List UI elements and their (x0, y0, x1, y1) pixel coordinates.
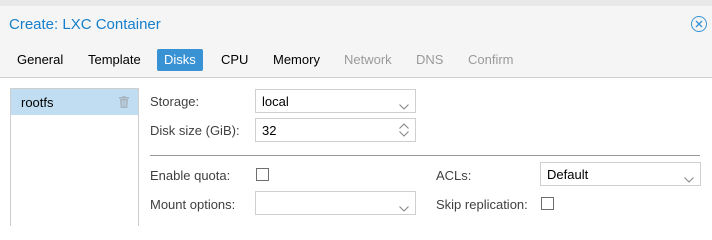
window-title: Create: LXC Container (9, 16, 161, 33)
tab-dns: DNS (416, 52, 444, 67)
skip-replication-label: Skip replication: (436, 197, 528, 212)
mount-options-select[interactable] (255, 191, 416, 215)
tab-bar: General Template Disks CPU Memory Networ… (0, 42, 712, 78)
acls-select[interactable]: Default (540, 162, 701, 186)
tab-network: Network (344, 52, 392, 67)
disk-list-panel: rootfs (10, 88, 139, 226)
acls-label: ACLs: (436, 168, 472, 183)
tab-memory[interactable]: Memory (266, 49, 327, 71)
skip-replication-checkbox[interactable] (541, 197, 554, 210)
enable-quota-label: Enable quota: (150, 168, 231, 183)
close-icon[interactable] (691, 16, 707, 32)
trash-icon[interactable] (119, 96, 129, 111)
storage-label: Storage: (150, 94, 200, 109)
tab-general[interactable]: General (10, 49, 70, 71)
enable-quota-checkbox[interactable] (256, 168, 269, 181)
disk-list-item-rootfs[interactable]: rootfs (11, 89, 138, 115)
mount-options-label: Mount options: (150, 197, 236, 212)
tab-disks[interactable]: Disks (157, 49, 203, 71)
section-divider (150, 155, 700, 156)
storage-select[interactable]: local (255, 89, 416, 113)
window-titlebar: Create: LXC Container (0, 6, 712, 42)
disk-list-item-label: rootfs (21, 95, 54, 110)
acls-value: Default (547, 167, 589, 182)
disk-size-label: Disk size (GiB): (150, 123, 240, 138)
storage-value: local (262, 94, 289, 109)
tab-confirm: Confirm (468, 52, 514, 67)
disk-size-value: 32 (262, 123, 277, 138)
disk-size-stepper[interactable]: 32 (255, 118, 416, 142)
spinner-icon[interactable] (399, 123, 409, 140)
chevron-down-icon[interactable] (399, 98, 409, 113)
tab-template[interactable]: Template (81, 49, 148, 71)
chevron-down-icon[interactable] (684, 171, 694, 186)
tab-cpu[interactable]: CPU (214, 49, 255, 71)
chevron-down-icon[interactable] (399, 200, 409, 215)
